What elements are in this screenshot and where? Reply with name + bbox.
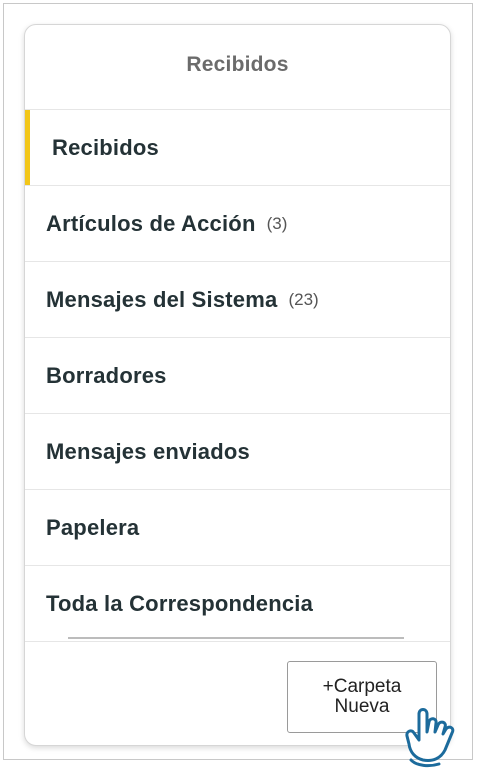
folder-item-papelera[interactable]: Papelera — [25, 490, 450, 566]
folder-label: Papelera — [46, 514, 140, 540]
screenshot-frame: Recibidos Recibidos Artículos de Acción … — [3, 3, 473, 768]
folder-item-mensajes-del-sistema[interactable]: Mensajes del Sistema (23) — [25, 262, 450, 338]
folder-label: Recibidos — [52, 134, 159, 160]
folder-list: Recibidos Artículos de Acción (3) Mensaj… — [25, 110, 450, 642]
folder-label: Artículos de Acción — [46, 210, 256, 236]
folder-count: (3) — [266, 213, 288, 233]
folder-item-recibidos[interactable]: Recibidos — [25, 110, 450, 186]
folder-label: Toda la Correspondencia — [46, 590, 314, 616]
folder-item-mensajes-enviados[interactable]: Mensajes enviados — [25, 414, 450, 490]
folder-label: Borradores — [46, 362, 167, 388]
folder-item-articulos-de-accion[interactable]: Artículos de Acción (3) — [25, 186, 450, 262]
folder-item-toda-la-correspondencia[interactable]: Toda la Correspondencia — [25, 566, 450, 642]
folder-panel: Recibidos Recibidos Artículos de Acción … — [24, 24, 451, 746]
panel-header: Recibidos — [25, 25, 450, 110]
folder-item-borradores[interactable]: Borradores — [25, 338, 450, 414]
pointing-hand-icon — [405, 708, 455, 768]
scroll-divider — [68, 637, 404, 639]
panel-title: Recibidos — [186, 53, 289, 76]
folder-label: Mensajes del Sistema — [46, 286, 278, 312]
new-folder-label: +Carpeta Nueva — [322, 676, 402, 717]
folder-label: Mensajes enviados — [46, 438, 250, 464]
folder-count: (23) — [288, 289, 319, 309]
